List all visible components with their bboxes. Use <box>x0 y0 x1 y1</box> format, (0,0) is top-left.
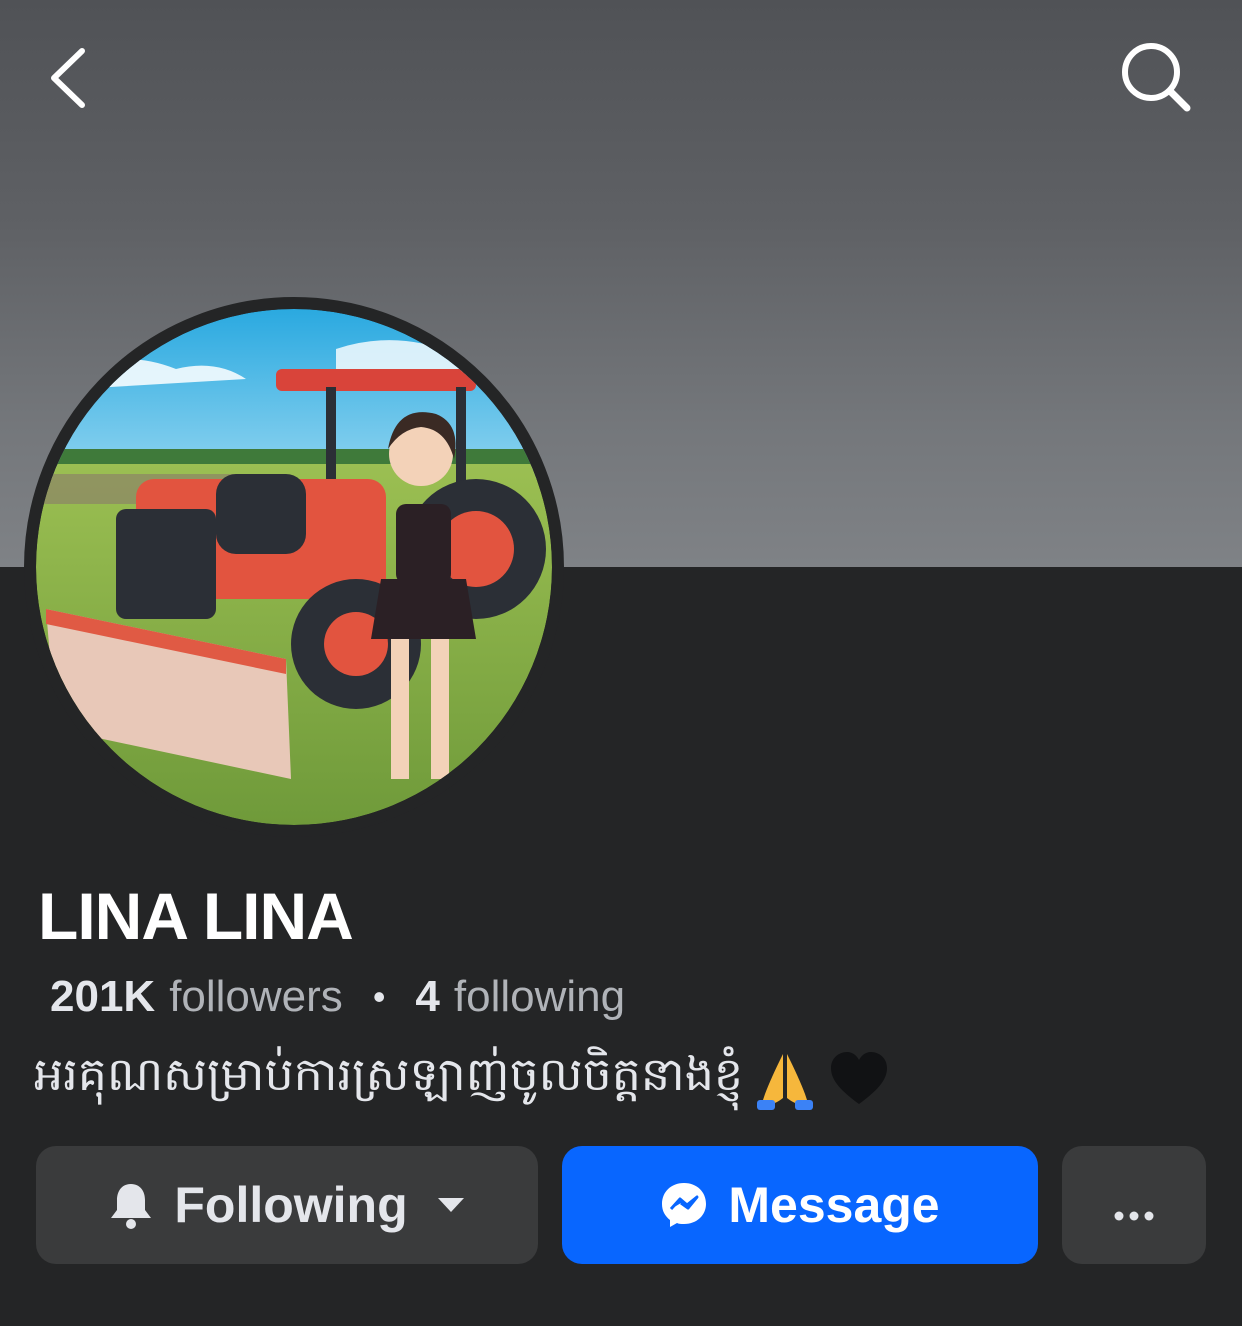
profile-picture-illustration <box>36 309 552 825</box>
followers-count: 201K <box>50 972 156 1021</box>
more-dots-icon <box>1114 1176 1154 1234</box>
message-button-label: Message <box>728 1177 940 1233</box>
stats-separator: • <box>372 976 386 1017</box>
profile-bio: អរគុណសម្រាប់ការស្រឡាញ់ចូលចិត្តនាងខ្ញុំ <box>34 1046 891 1113</box>
following-count: 4 <box>415 972 440 1021</box>
chevron-left-icon <box>40 43 100 118</box>
following-label: following <box>453 972 626 1021</box>
profile-name: LINA LINA <box>38 879 354 953</box>
black-heart-emoji <box>827 1048 891 1112</box>
bio-text: អរគុណសម្រាប់ការស្រឡាញ់ចូលចិត្តនាងខ្ញុំ <box>34 1048 744 1100</box>
messenger-icon <box>660 1181 708 1229</box>
follow-stats: 201K followers • 4 following <box>50 972 625 1022</box>
caret-down-icon <box>436 1195 466 1215</box>
message-button[interactable]: Message <box>562 1146 1038 1264</box>
search-button[interactable] <box>1107 30 1207 130</box>
folded-hands-emoji <box>753 1048 817 1112</box>
following-button[interactable]: Following <box>36 1146 538 1264</box>
following-button-label: Following <box>174 1177 408 1233</box>
search-icon <box>1117 38 1197 123</box>
bell-icon <box>108 1180 154 1230</box>
followers-label: followers <box>169 972 343 1021</box>
back-button[interactable] <box>20 30 120 130</box>
profile-picture[interactable] <box>24 297 564 837</box>
followers-link[interactable]: 201K followers <box>50 972 343 1022</box>
more-button[interactable] <box>1062 1146 1206 1264</box>
following-link[interactable]: 4 following <box>415 972 625 1022</box>
